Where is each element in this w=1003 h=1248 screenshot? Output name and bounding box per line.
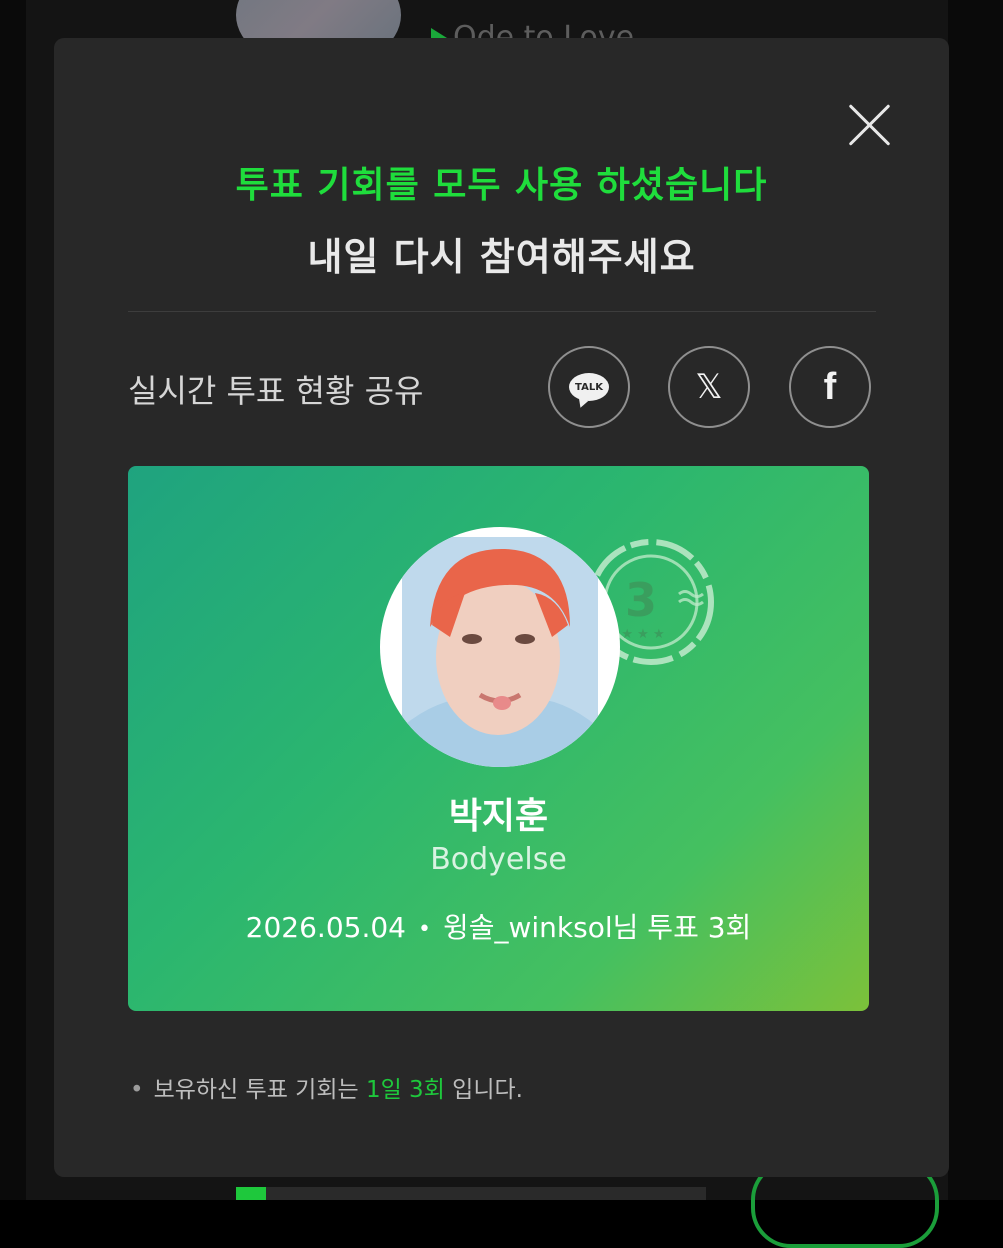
share-kakaotalk-button[interactable]: TALK	[548, 346, 630, 428]
vote-user-count: 윙솔_winksol님 투표 3회	[442, 911, 752, 944]
share-label: 실시간 투표 현황 공유	[128, 372, 424, 410]
note-suffix: 입니다.	[452, 1077, 523, 1103]
share-x-button[interactable]: 𝕏	[668, 346, 750, 428]
stamp-stars-icon: ★ ★ ★	[621, 627, 664, 642]
artist-group: Bodyelse	[430, 842, 567, 877]
note-prefix: 보유하신 투표 기회는	[153, 1077, 359, 1103]
separator-dot: •	[418, 916, 431, 942]
kakaotalk-icon: TALK	[569, 373, 609, 401]
background-progress-bar	[236, 1187, 706, 1200]
artist-photo	[402, 537, 598, 767]
vote-limit-note: • 보유하신 투표 기회는 1일 3회 입니다.	[130, 1070, 523, 1104]
close-icon[interactable]	[839, 95, 899, 155]
divider	[128, 311, 876, 312]
modal-title: 투표 기회를 모두 사용 하셨습니다	[235, 165, 768, 206]
x-icon: 𝕏	[695, 367, 723, 407]
stamp-number: 3	[625, 573, 657, 627]
share-facebook-button[interactable]: f	[789, 346, 871, 428]
artist-avatar	[380, 527, 620, 767]
note-bullet: •	[130, 1077, 144, 1103]
facebook-icon: f	[823, 366, 837, 408]
vote-date: 2026.05.04	[245, 911, 406, 944]
artist-name: 박지훈	[448, 796, 549, 837]
vote-info: 2026.05.04 • 윙솔_winksol님 투표 3회	[128, 906, 869, 946]
modal-subtitle: 내일 다시 참여해주세요	[307, 235, 696, 279]
note-highlight: 1일 3회	[365, 1077, 445, 1103]
